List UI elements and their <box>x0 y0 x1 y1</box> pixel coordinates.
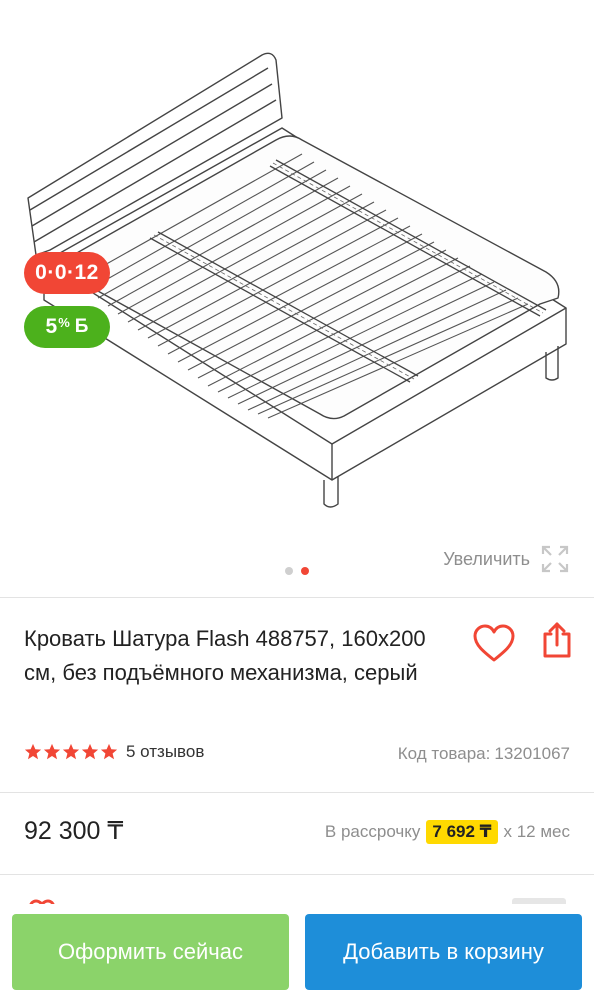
expand-icon <box>541 545 569 573</box>
bonus-currency: Б <box>74 316 89 337</box>
sku-value: 13201067 <box>494 744 570 763</box>
action-bar: Оформить сейчас Добавить в корзину <box>0 904 594 1000</box>
sku-label: Код товара: <box>397 744 491 763</box>
sku: Код товара: 13201067 <box>394 744 570 764</box>
star-icon <box>24 743 42 760</box>
gallery-dot-1[interactable] <box>285 567 293 575</box>
product-title: Кровать Шатура Flash 488757, 160х200 см,… <box>24 626 426 685</box>
product-page: 0·0·12 5% Б Увеличить Кровать Шатура Flas… <box>0 0 594 1000</box>
star-icon <box>43 743 61 760</box>
divider <box>0 792 594 793</box>
add-to-cart-button[interactable]: Добавить в корзину <box>305 914 582 990</box>
installment-prefix: В рассрочку <box>324 822 421 841</box>
installment-info[interactable]: В рассрочку 7 692 ₸ х 12 мес <box>325 820 570 844</box>
zoom-label: Увеличить <box>443 548 530 569</box>
divider <box>0 597 594 598</box>
installment-amount: 7 692 ₸ <box>426 820 498 844</box>
installment-badge: 0·0·12 <box>24 252 110 294</box>
share-icon[interactable] <box>540 620 574 660</box>
bonus-unit: % <box>58 314 70 330</box>
installment-suffix: х 12 мес <box>503 822 571 841</box>
favorite-heart-icon[interactable] <box>472 624 516 664</box>
rating-block[interactable]: 5 отзывов <box>24 742 204 762</box>
gallery-pagination[interactable] <box>285 567 309 575</box>
rating-stars <box>24 743 118 761</box>
zoom-button[interactable]: Увеличить <box>443 544 570 574</box>
divider <box>0 874 594 875</box>
star-icon <box>100 743 118 760</box>
star-icon <box>81 743 99 760</box>
bonus-badge: 5% Б <box>24 306 110 348</box>
star-icon <box>62 743 80 760</box>
reviews-link[interactable]: 5 отзывов <box>126 742 204 762</box>
bonus-value: 5 <box>45 315 58 338</box>
product-price: 92 300 ₸ <box>24 817 124 845</box>
buy-now-button[interactable]: Оформить сейчас <box>12 914 289 990</box>
gallery-dot-2[interactable] <box>301 567 309 575</box>
product-gallery[interactable]: 0·0·12 5% Б Увеличить <box>0 0 594 596</box>
